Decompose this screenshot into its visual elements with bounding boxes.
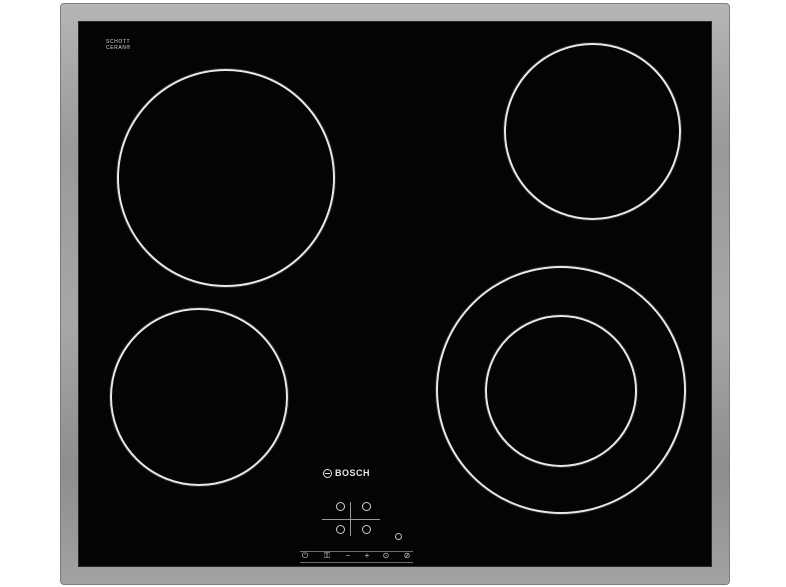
control-strip	[300, 551, 413, 563]
ceran-label: CERAN®	[106, 45, 131, 51]
minus-button[interactable]: −	[343, 552, 353, 560]
bosch-armature-icon	[323, 468, 332, 478]
selector-divider-horizontal	[322, 519, 380, 520]
brand-label: BOSCH	[335, 468, 371, 478]
zone-select-front-right-button[interactable]	[362, 525, 371, 534]
plus-button[interactable]: +	[362, 552, 372, 560]
cooking-zone-rear-right	[504, 43, 681, 220]
cooking-zone-rear-left	[117, 69, 335, 287]
key-icon[interactable]: ⚿	[322, 552, 332, 560]
zone-select-rear-right-button[interactable]	[362, 502, 371, 511]
zone-select-rear-left-button[interactable]	[336, 502, 345, 511]
dual-zone-icon[interactable]	[395, 533, 402, 540]
bosch-logo: BOSCH	[323, 468, 370, 478]
lock-button[interactable]: ⊙	[381, 552, 391, 560]
cooking-zone-front-left	[110, 308, 288, 486]
zone-select-front-left-button[interactable]	[336, 525, 345, 534]
power-button[interactable]: ⏻	[300, 552, 310, 560]
schott-ceran-logo: SCHOTT CERAN®	[106, 39, 131, 54]
timer-button[interactable]: ⊘	[402, 552, 412, 560]
selector-divider-vertical	[350, 502, 351, 536]
cooking-zone-front-right-inner	[485, 315, 637, 467]
ceramic-glass-cooktop: SCHOTT CERAN® BOSCH ⏻ ⚿ − + ⊙ ⊘	[79, 22, 711, 566]
